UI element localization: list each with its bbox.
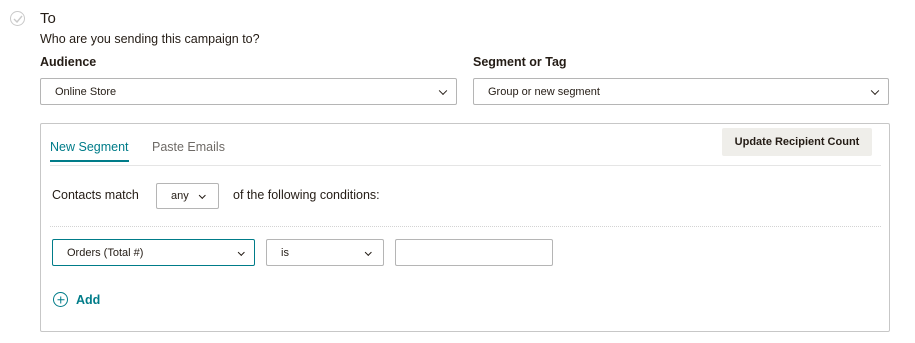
- add-condition-label: Add: [76, 292, 101, 307]
- tab-new-segment[interactable]: New Segment: [50, 140, 129, 162]
- condition-value-input[interactable]: [395, 239, 553, 266]
- condition-operator-select[interactable]: is: [266, 239, 384, 266]
- condition-operator-value: is: [281, 246, 289, 259]
- section-subtitle: Who are you sending this campaign to?: [40, 32, 260, 46]
- check-circle-icon: [10, 11, 25, 26]
- contacts-match-label: Contacts match: [52, 188, 139, 202]
- section-title: To: [40, 10, 56, 27]
- tabs-divider: [50, 165, 881, 166]
- conditions-label: of the following conditions:: [233, 188, 380, 202]
- chevron-down-icon: [870, 86, 880, 95]
- chevron-down-icon: [364, 248, 371, 255]
- update-recipient-count-button[interactable]: Update Recipient Count: [722, 128, 872, 156]
- condition-field-value: Orders (Total #): [67, 246, 144, 259]
- segment-tag-label: Segment or Tag: [473, 55, 567, 69]
- segment-tag-select-value: Group or new segment: [488, 85, 600, 98]
- audience-select-value: Online Store: [55, 85, 117, 98]
- chevron-down-icon: [438, 86, 448, 95]
- audience-select[interactable]: Online Store: [40, 78, 457, 105]
- segment-tag-select[interactable]: Group or new segment: [473, 78, 889, 105]
- conditions-divider: [50, 226, 881, 227]
- tab-paste-emails[interactable]: Paste Emails: [152, 140, 225, 160]
- audience-label: Audience: [40, 55, 97, 69]
- condition-field-select[interactable]: Orders (Total #): [52, 239, 255, 266]
- match-mode-select[interactable]: any: [156, 183, 219, 209]
- match-mode-value: any: [171, 190, 189, 202]
- segment-panel: New Segment Paste Emails Update Recipien…: [40, 123, 890, 332]
- plus-circle-icon: [53, 292, 68, 307]
- chevron-down-icon: [198, 191, 205, 199]
- chevron-down-icon: [237, 248, 244, 255]
- add-condition-button[interactable]: Add: [53, 292, 100, 307]
